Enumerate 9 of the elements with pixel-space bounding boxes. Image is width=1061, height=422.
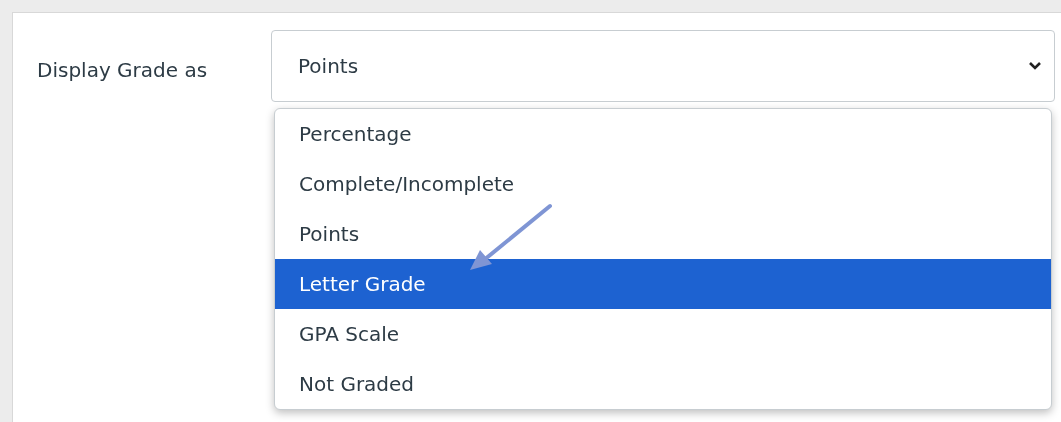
dropdown-option[interactable]: Percentage	[275, 109, 1051, 159]
dropdown-option[interactable]: Complete/Incomplete	[275, 159, 1051, 209]
dropdown-option[interactable]: GPA Scale	[275, 309, 1051, 359]
field-label: Display Grade as	[37, 57, 209, 84]
dropdown-option[interactable]: Letter Grade	[275, 259, 1051, 309]
chevron-down-icon	[1028, 61, 1042, 71]
dropdown-option[interactable]: Points	[275, 209, 1051, 259]
grade-display-select[interactable]: Points	[271, 30, 1055, 102]
dropdown-option[interactable]: Not Graded	[275, 359, 1051, 409]
